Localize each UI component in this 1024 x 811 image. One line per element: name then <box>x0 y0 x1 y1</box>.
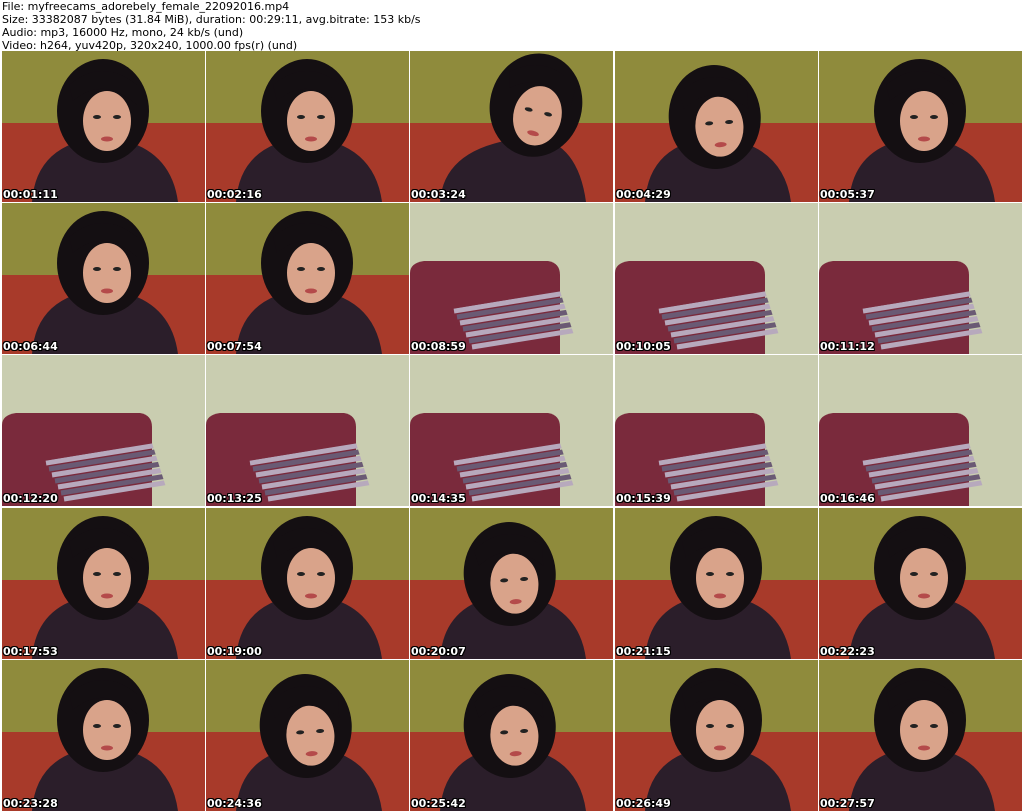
video-thumbnail: 00:04:29 <box>615 51 818 202</box>
thumbnail-timestamp: 00:06:44 <box>3 340 58 353</box>
video-thumbnail: 00:26:49 <box>615 660 818 811</box>
thumbnail-timestamp: 00:01:11 <box>3 188 58 201</box>
thumbnail-timestamp: 00:24:36 <box>207 797 262 810</box>
thumbnail-frame <box>615 355 818 506</box>
thumbnail-timestamp: 00:21:15 <box>616 645 671 658</box>
thumbnail-timestamp: 00:10:05 <box>616 340 671 353</box>
thumbnail-frame <box>410 660 613 811</box>
thumbnail-timestamp: 00:07:54 <box>207 340 262 353</box>
video-thumbnail: 00:15:39 <box>615 355 818 506</box>
thumbnail-timestamp: 00:02:16 <box>207 188 262 201</box>
thumbnail-frame <box>206 355 409 506</box>
video-thumbnail: 00:14:35 <box>410 355 613 506</box>
thumbnail-frame <box>819 660 1022 811</box>
file-size-line: Size: 33382087 bytes (31.84 MiB), durati… <box>2 13 421 26</box>
video-thumbnail: 00:13:25 <box>206 355 409 506</box>
video-thumbnail: 00:19:00 <box>206 508 409 659</box>
thumbnail-frame <box>206 203 409 354</box>
thumbnail-timestamp: 00:14:35 <box>411 492 466 505</box>
video-thumbnail: 00:01:11 <box>2 51 205 202</box>
video-thumbnail: 00:16:46 <box>819 355 1022 506</box>
thumbnail-frame <box>819 203 1022 354</box>
thumbnail-timestamp: 00:17:53 <box>3 645 58 658</box>
file-name-line: File: myfreecams_adorebely_female_220920… <box>2 0 290 13</box>
thumbnail-frame <box>206 51 409 202</box>
thumbnail-timestamp: 00:04:29 <box>616 188 671 201</box>
thumbnail-frame <box>615 51 818 202</box>
thumbnail-frame <box>206 660 409 811</box>
thumbnail-grid: 00:01:11 00:02:16 00:03:24 00:04:29 00:0… <box>2 51 1022 811</box>
video-thumbnail: 00:05:37 <box>819 51 1022 202</box>
thumbnail-frame <box>2 660 205 811</box>
audio-info-line: Audio: mp3, 16000 Hz, mono, 24 kb/s (und… <box>2 26 244 39</box>
thumbnail-timestamp: 00:08:59 <box>411 340 466 353</box>
thumbnail-frame <box>206 508 409 659</box>
thumbnail-frame <box>410 51 613 202</box>
thumbnail-timestamp: 00:15:39 <box>616 492 671 505</box>
video-thumbnail: 00:12:20 <box>2 355 205 506</box>
thumbnail-timestamp: 00:23:28 <box>3 797 58 810</box>
thumbnail-frame <box>615 660 818 811</box>
thumbnail-frame <box>410 508 613 659</box>
video-thumbnail: 00:11:12 <box>819 203 1022 354</box>
thumbnail-timestamp: 00:11:12 <box>820 340 875 353</box>
video-thumbnail: 00:23:28 <box>2 660 205 811</box>
thumbnail-frame <box>410 203 613 354</box>
thumbnail-timestamp: 00:12:20 <box>3 492 58 505</box>
thumbnail-frame <box>2 203 205 354</box>
thumbnail-timestamp: 00:27:57 <box>820 797 875 810</box>
video-thumbnail: 00:20:07 <box>410 508 613 659</box>
thumbnail-timestamp: 00:19:00 <box>207 645 262 658</box>
thumbnail-timestamp: 00:22:23 <box>820 645 875 658</box>
video-thumbnail: 00:25:42 <box>410 660 613 811</box>
thumbnail-frame <box>615 508 818 659</box>
thumbnail-timestamp: 00:25:42 <box>411 797 466 810</box>
video-thumbnail: 00:07:54 <box>206 203 409 354</box>
video-thumbnail: 00:06:44 <box>2 203 205 354</box>
thumbnail-frame <box>410 355 613 506</box>
thumbnail-frame <box>2 508 205 659</box>
thumbnail-timestamp: 00:16:46 <box>820 492 875 505</box>
thumbnail-timestamp: 00:20:07 <box>411 645 466 658</box>
video-thumbnail: 00:03:24 <box>410 51 613 202</box>
thumbnail-frame <box>2 51 205 202</box>
video-thumbnail: 00:02:16 <box>206 51 409 202</box>
video-thumbnail: 00:24:36 <box>206 660 409 811</box>
video-thumbnail: 00:08:59 <box>410 203 613 354</box>
thumbnail-frame <box>615 203 818 354</box>
thumbnail-frame <box>819 51 1022 202</box>
thumbnail-timestamp: 00:13:25 <box>207 492 262 505</box>
thumbnail-frame <box>819 508 1022 659</box>
video-thumbnail: 00:22:23 <box>819 508 1022 659</box>
thumbnail-timestamp: 00:03:24 <box>411 188 466 201</box>
thumbnail-frame <box>819 355 1022 506</box>
thumbnail-frame <box>2 355 205 506</box>
video-thumbnail: 00:27:57 <box>819 660 1022 811</box>
video-thumbnail: 00:17:53 <box>2 508 205 659</box>
file-info-header: File: myfreecams_adorebely_female_220920… <box>2 0 1022 52</box>
video-thumbnail: 00:21:15 <box>615 508 818 659</box>
thumbnail-timestamp: 00:05:37 <box>820 188 875 201</box>
thumbnail-timestamp: 00:26:49 <box>616 797 671 810</box>
video-thumbnail: 00:10:05 <box>615 203 818 354</box>
